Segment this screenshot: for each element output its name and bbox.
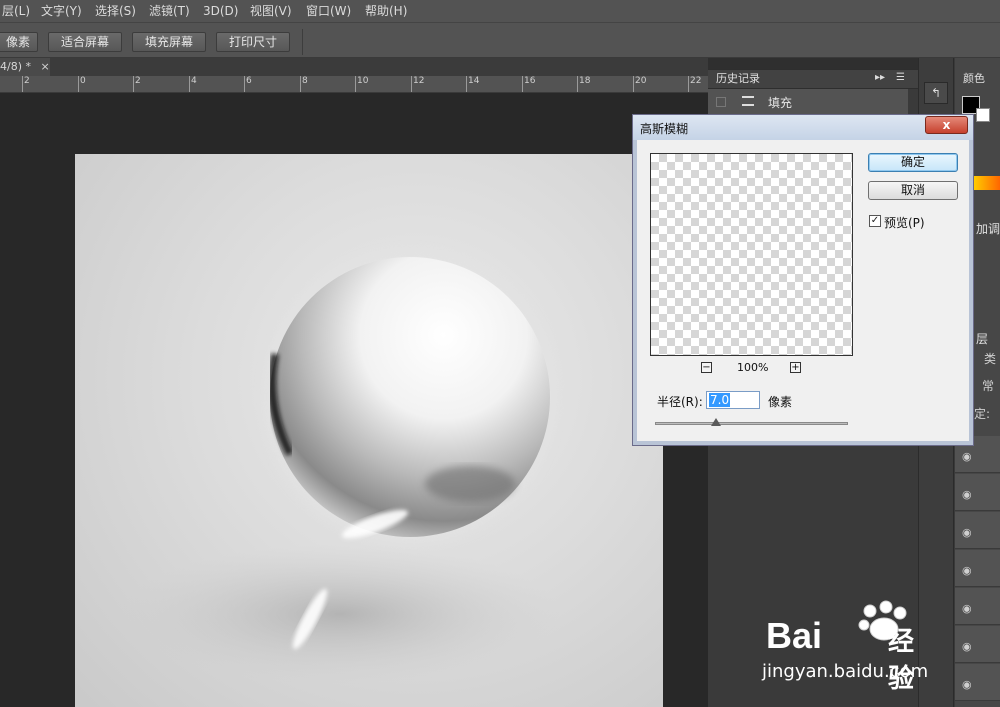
actual-pixels-button[interactable]: 像素 [0,32,38,52]
color-tab[interactable]: 颜色 [963,70,985,86]
panel-dock-top [708,58,918,70]
document-tab-label: 4/8) * [0,60,31,73]
ruler-tick: 18 [579,76,591,86]
watermark-brand: Bai [766,615,823,656]
close-icon: x [942,118,951,132]
fit-screen-button[interactable]: 适合屏幕 [48,32,122,52]
menu-view[interactable]: 视图(V) [250,0,292,22]
menu-layer[interactable]: 层(L) [2,0,30,22]
color-spectrum-bar[interactable] [974,176,1000,190]
ruler-tick: 10 [357,76,369,86]
photoshop-window: 层(L) 文字(Y) 选择(S) 滤镜(T) 3D(D) 视图(V) 窗口(W)… [0,0,1000,707]
radius-slider-track[interactable] [655,422,848,425]
ruler-tick: 0 [80,76,86,86]
visibility-eye-icon[interactable]: ◉ [962,488,972,501]
panel-menu-icon[interactable]: ☰ [896,72,905,83]
ruler-tick: 20 [635,76,647,86]
radius-slider-thumb[interactable] [711,418,721,426]
zoom-in-button[interactable]: + [790,362,801,373]
radius-value: 7.0 [709,393,731,407]
menu-filter[interactable]: 滤镜(T) [149,0,190,22]
document-tab[interactable]: 4/8) * × [0,58,50,76]
zoom-out-button[interactable]: − [701,362,712,373]
menu-type[interactable]: 文字(Y) [41,0,82,22]
menu-3d[interactable]: 3D(D) [203,0,238,22]
panel-collapse-icon[interactable]: ▸▸ [875,72,885,83]
menu-help[interactable]: 帮助(H) [365,0,407,22]
history-item-checkbox[interactable] [716,97,726,107]
menu-bar: 层(L) 文字(Y) 选择(S) 滤镜(T) 3D(D) 视图(V) 窗口(W)… [0,0,1000,22]
horizontal-ruler: 2 0 2 4 6 8 10 12 14 16 18 20 22 [0,76,708,93]
document-canvas[interactable] [75,154,663,707]
dialog-title: 高斯模糊 [640,122,689,136]
menu-window[interactable]: 窗口(W) [306,0,351,22]
options-separator [302,29,303,55]
close-tab-icon[interactable]: × [41,60,50,73]
visibility-eye-icon[interactable]: ◉ [962,526,972,539]
ruler-tick: 6 [246,76,252,86]
options-bar: 像素 适合屏幕 填充屏幕 打印尺寸 [0,22,1000,58]
canvas-area[interactable] [0,94,708,707]
ruler-tick: 12 [413,76,425,86]
radius-input[interactable]: 7.0 [706,391,760,409]
blur-preview-area[interactable] [650,153,853,356]
ruler-tick: 2 [24,76,30,86]
adjustments-label: 加调 [976,222,1000,236]
visibility-eye-icon[interactable]: ◉ [962,678,972,691]
layer-kind-label: 类 [984,352,997,366]
visibility-eye-icon[interactable]: ◉ [962,450,972,463]
history-panel-title[interactable]: 历史记录 [716,70,760,88]
background-color-swatch[interactable] [976,108,990,122]
ok-button[interactable]: 确定 [868,153,958,172]
zoom-level: 100% [737,361,769,374]
preview-checkbox[interactable]: ✓ [869,215,881,227]
visibility-eye-icon[interactable]: ◉ [962,602,972,615]
document-tab-bar: 4/8) * × [0,58,708,76]
fill-screen-button[interactable]: 填充屏幕 [132,32,206,52]
ruler-tick: 14 [468,76,480,86]
preview-checkbox-label[interactable]: 预览(P) [884,214,925,231]
print-size-button[interactable]: 打印尺寸 [216,32,290,52]
cancel-button[interactable]: 取消 [868,181,958,200]
visibility-eye-icon[interactable]: ◉ [962,564,972,577]
ruler-tick: 2 [135,76,141,86]
ruler-tick: 16 [524,76,536,86]
history-item-icon [742,96,754,106]
visibility-eye-icon[interactable]: ◉ [962,640,972,653]
menu-select[interactable]: 选择(S) [95,0,136,22]
watermark-url: jingyan.baidu.com [762,661,929,682]
watermark-brand-suffix: 经验 [888,627,915,694]
blend-mode-label[interactable]: 常 [982,377,994,394]
dialog-close-button[interactable]: x [925,116,968,134]
ruler-tick: 22 [690,76,702,86]
ruler-tick: 8 [302,76,308,86]
glass-sphere-artwork [120,249,560,684]
lock-label: 定: [974,407,991,421]
history-item-label: 填充 [768,96,793,110]
layers-tab[interactable]: 层 [976,330,988,347]
radius-unit-label: 像素 [768,395,793,409]
radius-label: 半径(R): [657,395,703,409]
ruler-tick: 4 [191,76,197,86]
history-strip-icon[interactable]: ↰ [924,82,948,104]
